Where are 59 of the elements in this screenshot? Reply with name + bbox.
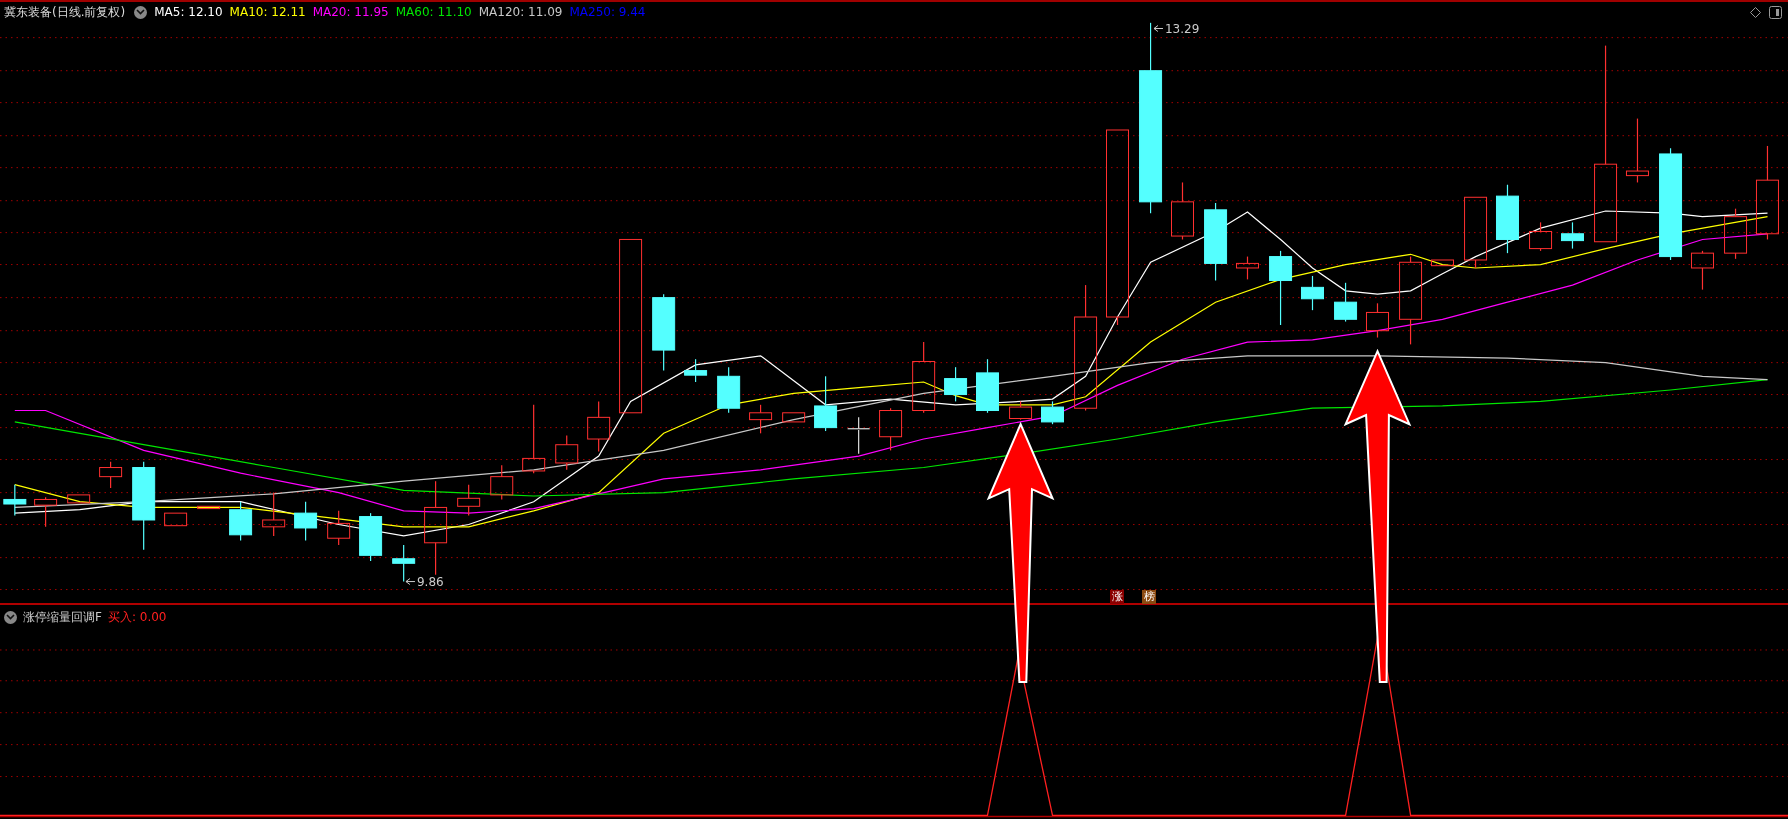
candlestick (294, 501, 318, 542)
candlestick (327, 510, 351, 546)
candlestick (1334, 282, 1358, 323)
candlestick (1041, 400, 1064, 425)
candlestick (587, 400, 611, 453)
candlestick (976, 358, 999, 414)
candlestick (1529, 221, 1553, 252)
candlestick (67, 494, 91, 504)
indicator-reading: 买入: 0.00 (107, 608, 167, 626)
candlestick (717, 366, 741, 414)
candlestick (197, 505, 221, 510)
candlestick (749, 404, 773, 434)
candlestick (522, 404, 546, 474)
candlestick (1301, 275, 1324, 311)
candlestick (3, 484, 27, 516)
candlestick (1496, 184, 1519, 254)
candlestick (1366, 302, 1389, 339)
candlestick (392, 544, 416, 583)
candlestick (847, 416, 871, 455)
ma-legend-value: MA120: 11.09 (478, 5, 563, 19)
leader-line (1153, 25, 1164, 32)
candlestick (782, 412, 806, 423)
candlestick (684, 358, 708, 383)
candlestick (490, 464, 514, 501)
candlestick (814, 375, 838, 432)
candlestick (1171, 181, 1194, 241)
signal-badge: 涨 (1110, 590, 1124, 604)
indicator-name: 涨停缩量回调F (23, 608, 102, 626)
signal-badge: 榜 (1142, 590, 1156, 604)
candlestick (457, 484, 481, 516)
candlestick (164, 512, 188, 527)
candlestick (262, 492, 286, 537)
candlestick (879, 407, 903, 452)
candlestick (1626, 118, 1649, 184)
stock-title: 冀东装备(日线.前复权) (4, 3, 126, 21)
candlestick (1236, 255, 1259, 280)
ma-legend-value: MA250: 9.44 (569, 5, 646, 19)
low-price-label: 9.86 (416, 574, 444, 589)
candlestick (1724, 208, 1748, 260)
leader-line (405, 578, 416, 586)
candlestick (944, 366, 968, 402)
panel-toggle-icon[interactable] (1769, 5, 1782, 19)
candlestick (1431, 259, 1454, 267)
candlestick (1691, 250, 1714, 291)
candlestick (1009, 400, 1033, 421)
ma-legend-value: MA20: 11.95 (312, 5, 389, 19)
dropdown-icon[interactable] (134, 5, 148, 19)
candlestick (229, 501, 253, 542)
candlestick (99, 461, 123, 489)
diamond-icon[interactable] (1750, 6, 1761, 18)
candlestick (34, 496, 58, 528)
candlestick (555, 435, 579, 471)
high-price-label: 13.29 (1165, 22, 1200, 36)
ma-legend-value: MA5: 12.10 (154, 5, 223, 19)
dropdown-icon[interactable] (4, 610, 17, 624)
candlestick (1561, 221, 1584, 250)
candlestick (359, 512, 383, 562)
ma-legend-value: MA10: 12.11 (229, 5, 306, 19)
ma-legend-value: MA60: 11.10 (395, 5, 472, 19)
